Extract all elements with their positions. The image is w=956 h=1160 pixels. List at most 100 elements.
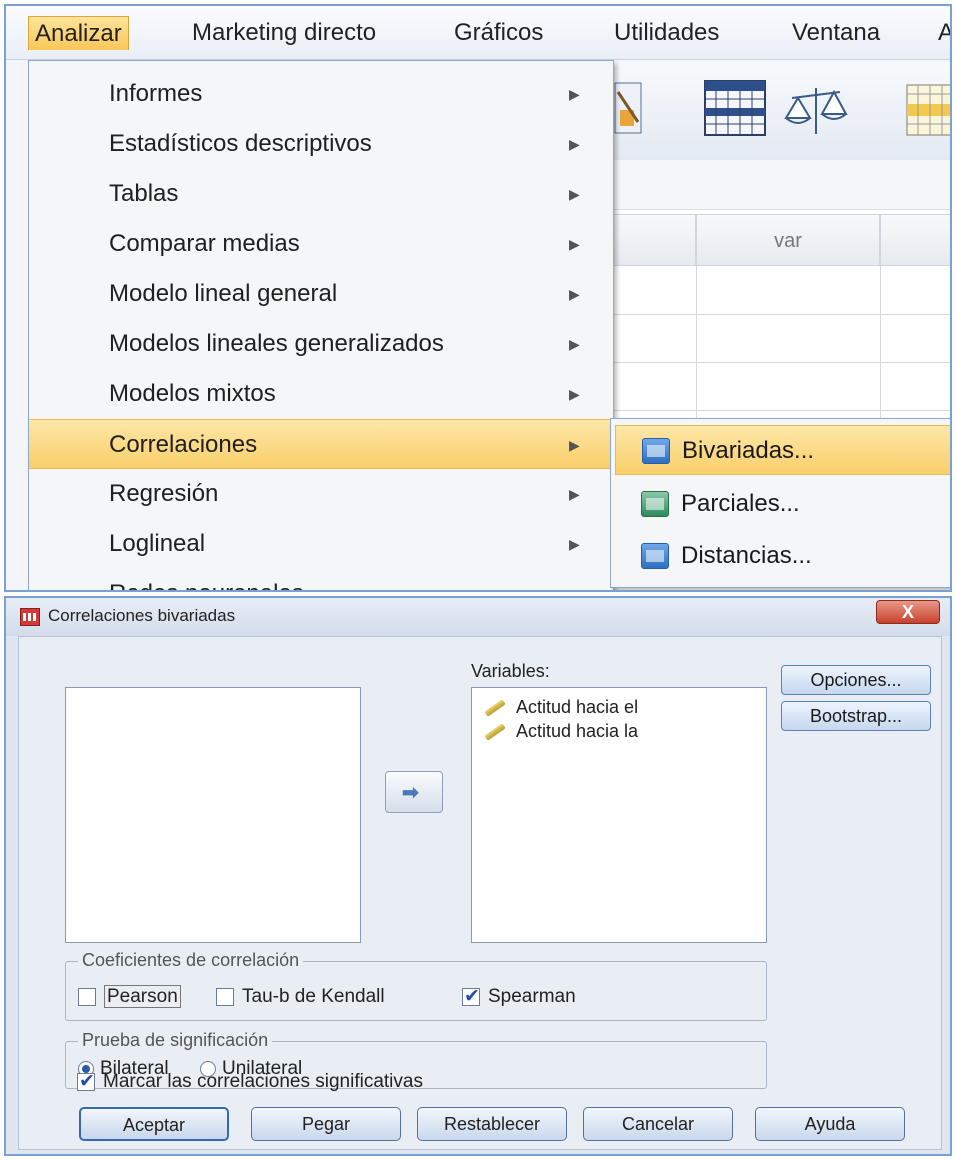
menu-utilidades-label: Utilidades <box>614 19 720 46</box>
dialog-titlebar[interactable]: Correlaciones bivariadas X <box>6 598 950 636</box>
table-icon[interactable] <box>704 80 768 138</box>
arrow-right-icon: ➡ <box>402 782 419 804</box>
column-header-var[interactable]: var <box>696 214 880 266</box>
options-button-label: Opciones... <box>810 670 902 690</box>
submenu-item-parciales[interactable]: Parciales... <box>615 479 950 529</box>
scale-variable-icon <box>484 699 506 718</box>
column-header-label: var <box>774 230 802 252</box>
bootstrap-button[interactable]: Bootstrap... <box>781 701 931 731</box>
checkbox-box <box>462 984 480 1010</box>
submenu-arrow-icon: ▶ <box>569 437 580 453</box>
menu-item-estadisticos-descriptivos[interactable]: Estadísticos descriptivos ▶ <box>29 119 613 169</box>
menu-item-modelos-lineales-generalizados[interactable]: Modelos lineales generalizados ▶ <box>29 319 613 369</box>
checkbox-box <box>216 987 234 1006</box>
accept-button[interactable]: Aceptar <box>79 1107 229 1141</box>
menu-analizar-label: Analizar <box>35 20 122 47</box>
menu-item-modelos-mixtos[interactable]: Modelos mixtos ▶ <box>29 369 613 419</box>
menu-item-correlaciones[interactable]: Correlaciones ▶ <box>29 419 613 469</box>
submenu-item-bivariadas[interactable]: Bivariadas... <box>615 425 950 475</box>
paste-button[interactable]: Pegar <box>251 1107 401 1141</box>
group-title: Prueba de significación <box>78 1030 273 1051</box>
menu-item-label: Tablas <box>109 180 179 207</box>
variable-item[interactable]: Actitud hacia la <box>484 720 638 742</box>
submenu-arrow-icon: ▶ <box>569 186 580 202</box>
menu-item-label: Comparar medias <box>109 230 300 257</box>
dialog-title: Correlaciones bivariadas <box>48 606 236 625</box>
button-label: Restablecer <box>443 1114 541 1134</box>
submenu-arrow-icon: ▶ <box>569 386 580 402</box>
menu-item-label: Correlaciones <box>109 431 258 458</box>
distances-icon <box>641 543 669 569</box>
submenu-arrow-icon: ▶ <box>569 286 580 302</box>
menu-item-modelo-lineal-general[interactable]: Modelo lineal general ▶ <box>29 269 613 319</box>
variable-name: Actitud hacia el <box>516 697 639 717</box>
menu-item-regresion[interactable]: Regresión ▶ <box>29 469 613 519</box>
menu-item-label: Modelo lineal general <box>109 280 338 307</box>
checkbox-box <box>78 987 96 1006</box>
button-label: Aceptar <box>122 1115 186 1135</box>
menu-graficos-label: Gráficos <box>454 19 544 46</box>
grid-row-line <box>606 314 950 315</box>
partial-correlation-icon <box>641 491 669 517</box>
data-view-icon[interactable] <box>906 84 952 138</box>
submenu-item-label: Distancias... <box>681 542 812 569</box>
submenu-arrow-icon: ▶ <box>569 336 580 352</box>
variable-name: Actitud hacia la <box>516 721 639 741</box>
menu-a-label: A <box>938 19 950 46</box>
toolbar <box>606 62 952 160</box>
submenu-arrow-icon: ▶ <box>569 536 580 552</box>
menu-item-label: Informes <box>109 80 203 107</box>
menu-graficos[interactable]: Gráficos <box>448 16 549 50</box>
menu-ayuda-partial[interactable]: A <box>932 16 950 50</box>
menu-item-label: Regresión <box>109 480 219 507</box>
bivariate-correlations-dialog: Correlaciones bivariadas X ➡ Variables: … <box>4 596 952 1156</box>
menu-utilidades[interactable]: Utilidades <box>608 16 725 50</box>
group-title: Coeficientes de correlación <box>78 950 304 971</box>
menu-marketing-directo[interactable]: Marketing directo <box>186 16 382 50</box>
help-button[interactable]: Ayuda <box>755 1107 905 1141</box>
selected-variables-list[interactable]: Actitud hacia el Actitud hacia la <box>471 687 767 943</box>
checkbox-box <box>77 1069 95 1095</box>
submenu-arrow-icon: ▶ <box>569 136 580 152</box>
correlation-coefficients-group: Coeficientes de correlación Pearson Tau-… <box>65 950 767 1021</box>
menu-item-tablas[interactable]: Tablas ▶ <box>29 169 613 219</box>
menu-item-label: Redes neuronales <box>109 569 304 590</box>
close-icon: X <box>901 602 914 622</box>
analizar-dropdown: Informes ▶ Estadísticos descriptivos ▶ T… <box>28 60 614 590</box>
variables-label: Variables: <box>471 661 550 682</box>
pearson-checkbox[interactable]: Pearson <box>78 984 181 1010</box>
bootstrap-button-label: Bootstrap... <box>809 706 903 726</box>
cancel-button[interactable]: Cancelar <box>583 1107 733 1141</box>
menu-item-comparar-medias[interactable]: Comparar medias ▶ <box>29 219 613 269</box>
checkbox-label: Spearman <box>488 986 576 1007</box>
submenu-arrow-icon: ▶ <box>569 236 580 252</box>
checkbox-label: Pearson <box>104 985 181 1008</box>
kendall-checkbox[interactable]: Tau-b de Kendall <box>216 984 385 1010</box>
reset-button[interactable]: Restablecer <box>417 1107 567 1141</box>
menu-analizar[interactable]: Analizar <box>28 16 129 50</box>
menu-ventana[interactable]: Ventana <box>786 16 886 50</box>
weight-scale-icon[interactable] <box>784 84 848 140</box>
bivariate-icon <box>642 438 670 464</box>
menu-item-redes-neuronales[interactable]: Redes neuronales ▶ <box>29 569 613 590</box>
column-header-var-2[interactable]: v <box>880 214 950 266</box>
submenu-item-distancias[interactable]: Distancias... <box>615 531 950 581</box>
menu-item-label: Loglineal <box>109 530 206 557</box>
spss-menu-screenshot: Analizar Marketing directo Gráficos Util… <box>4 4 952 592</box>
spss-dialog-icon <box>20 608 40 626</box>
chart-edit-icon[interactable] <box>614 82 644 136</box>
source-variable-list[interactable] <box>65 687 361 943</box>
spearman-checkbox[interactable]: Spearman <box>462 984 576 1010</box>
button-label: Pegar <box>301 1114 351 1134</box>
menu-item-label: Estadísticos descriptivos <box>109 130 372 157</box>
move-variable-button[interactable]: ➡ <box>385 771 443 813</box>
submenu-arrow-icon: ▶ <box>569 86 580 102</box>
cell-editor-bar[interactable] <box>606 160 950 210</box>
close-button[interactable]: X <box>876 600 940 624</box>
menu-item-informes[interactable]: Informes ▶ <box>29 69 613 119</box>
variable-item[interactable]: Actitud hacia el <box>484 696 638 718</box>
menu-item-loglineal[interactable]: Loglineal ▶ <box>29 519 613 569</box>
flag-significant-checkbox[interactable]: Marcar las correlaciones significativas <box>77 1069 423 1095</box>
options-button[interactable]: Opciones... <box>781 665 931 695</box>
submenu-arrow-icon: ▶ <box>569 569 580 590</box>
